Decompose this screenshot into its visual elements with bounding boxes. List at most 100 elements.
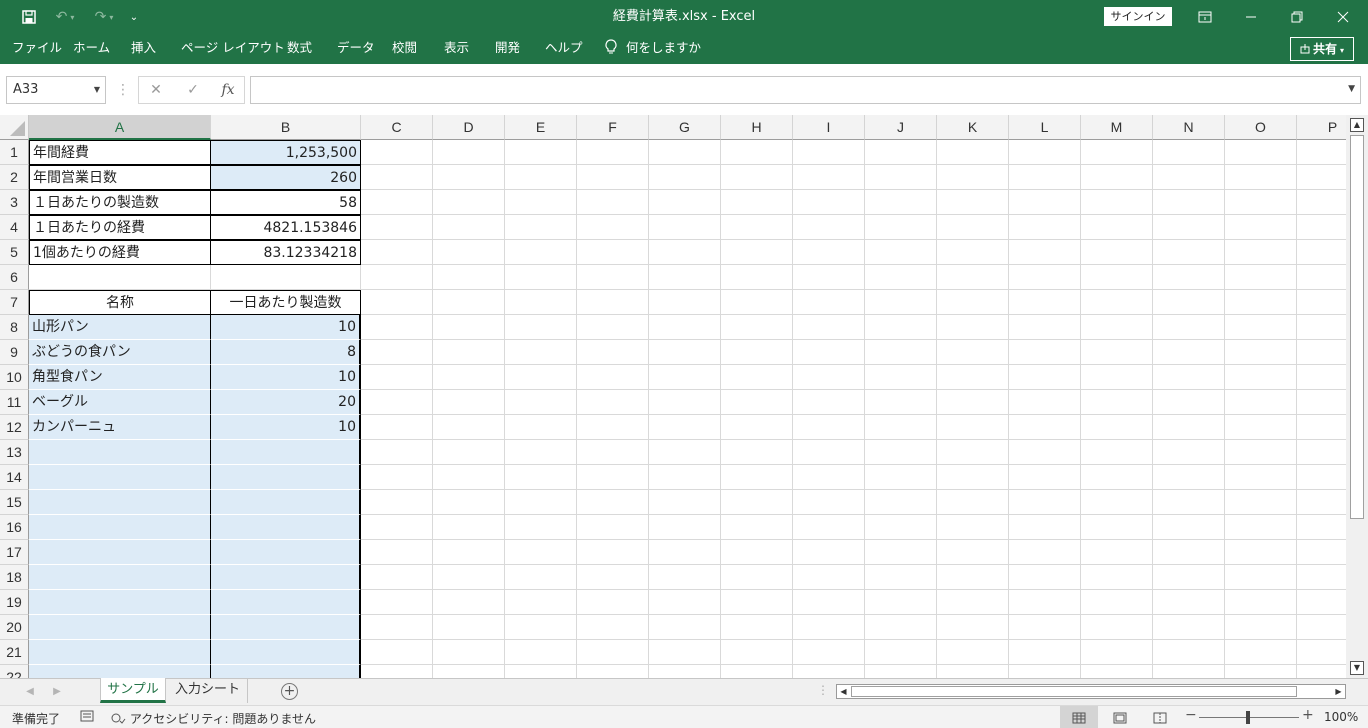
row-header[interactable]: 10 [0, 365, 29, 390]
column-header-g[interactable]: G [649, 115, 721, 140]
row-header[interactable]: 6 [0, 265, 29, 290]
empty-name-cell[interactable] [29, 515, 211, 540]
row-header[interactable]: 13 [0, 440, 29, 465]
tab-page-layout[interactable]: ページ レイアウト [181, 34, 285, 64]
restore-button[interactable] [1274, 0, 1320, 34]
empty-name-cell[interactable] [29, 590, 211, 615]
vertical-scrollbar[interactable]: ▲ ▼ [1346, 115, 1368, 678]
row-header[interactable]: 9 [0, 340, 29, 365]
column-header-j[interactable]: J [865, 115, 937, 140]
empty-name-cell[interactable] [29, 540, 211, 565]
empty-qty-cell[interactable] [211, 640, 361, 665]
empty-name-cell[interactable] [29, 665, 211, 678]
row-header[interactable]: 18 [0, 565, 29, 590]
row-header[interactable]: 15 [0, 490, 29, 515]
column-header-p[interactable]: P [1297, 115, 1346, 140]
select-all-corner[interactable] [0, 115, 29, 140]
column-header-a[interactable]: A [29, 115, 211, 140]
tab-formulas[interactable]: 数式 [287, 34, 312, 64]
empty-qty-cell[interactable] [211, 665, 361, 678]
row-header[interactable]: 3 [0, 190, 29, 215]
row-header[interactable]: 17 [0, 540, 29, 565]
minimize-button[interactable] [1228, 0, 1274, 34]
row-header[interactable]: 20 [0, 615, 29, 640]
zoom-out-icon[interactable]: − [1185, 707, 1197, 723]
column-header-f[interactable]: F [577, 115, 649, 140]
zoom-slider-thumb[interactable] [1246, 711, 1250, 724]
worksheet-grid[interactable]: ABCDEFGHIJKLMNOP 1 2 3 4 5 6 7 8 9 10 11 12 13 14 15 16… [0, 115, 1346, 678]
empty-name-cell[interactable] [29, 565, 211, 590]
save-icon[interactable] [18, 0, 40, 34]
column-header-n[interactable]: N [1153, 115, 1225, 140]
row-header[interactable]: 14 [0, 465, 29, 490]
empty-name-cell[interactable] [29, 465, 211, 490]
row-header[interactable]: 16 [0, 515, 29, 540]
column-header-m[interactable]: M [1081, 115, 1153, 140]
summary-value-cell[interactable]: 83.12334218 [210, 240, 361, 265]
summary-value-cell[interactable]: 58 [210, 190, 361, 215]
empty-qty-cell[interactable] [211, 540, 361, 565]
empty-qty-cell[interactable] [211, 515, 361, 540]
ribbon-display-options-icon[interactable] [1182, 0, 1228, 34]
horizontal-scroll-thumb[interactable] [851, 686, 1297, 697]
scroll-left-icon[interactable]: ◀ [837, 685, 850, 698]
insert-function-icon[interactable]: fx [215, 76, 241, 104]
tab-data[interactable]: データ [337, 34, 375, 64]
share-button[interactable]: 共有 ▾ [1290, 37, 1354, 61]
row-header[interactable]: 22 [0, 665, 29, 678]
column-header-o[interactable]: O [1225, 115, 1297, 140]
column-header-b[interactable]: B [211, 115, 361, 140]
summary-value-cell[interactable]: 4821.153846 [210, 215, 361, 240]
summary-value-cell[interactable]: 1,253,500 [210, 140, 361, 165]
summary-value-cell[interactable]: 260 [210, 165, 361, 190]
table-name-cell[interactable]: ぶどうの食パン [29, 340, 211, 365]
scroll-up-icon[interactable]: ▲ [1350, 118, 1364, 132]
table-name-cell[interactable]: カンパーニュ [29, 415, 211, 440]
row-header[interactable]: 8 [0, 315, 29, 340]
empty-name-cell[interactable] [29, 440, 211, 465]
tab-developer[interactable]: 開発 [495, 34, 520, 64]
table-qty-cell[interactable]: 20 [211, 390, 361, 415]
tell-me-search[interactable]: 何をしますか [604, 34, 701, 64]
empty-qty-cell[interactable] [211, 490, 361, 515]
empty-name-cell[interactable] [29, 640, 211, 665]
chevron-down-icon[interactable]: ▼ [94, 77, 100, 103]
sheet-tab-input[interactable]: 入力シート [168, 678, 248, 703]
row-header[interactable]: 2 [0, 165, 29, 190]
zoom-in-icon[interactable]: + [1302, 707, 1314, 723]
horizontal-scrollbar[interactable]: ◀ ▶ [836, 684, 1346, 699]
table-name-cell[interactable]: ベーグル [29, 390, 211, 415]
empty-qty-cell[interactable] [211, 565, 361, 590]
summary-label-cell[interactable]: 1個あたりの経費 [29, 240, 211, 265]
empty-qty-cell[interactable] [211, 465, 361, 490]
column-header-l[interactable]: L [1009, 115, 1081, 140]
zoom-level[interactable]: 100% [1324, 710, 1358, 724]
table-qty-cell[interactable]: 10 [211, 415, 361, 440]
row-header[interactable]: 11 [0, 390, 29, 415]
row-header[interactable]: 1 [0, 140, 29, 165]
vertical-scroll-thumb[interactable] [1350, 135, 1364, 519]
tab-file[interactable]: ファイル [12, 34, 62, 64]
table-header-qty[interactable]: 一日あたり製造数 [210, 290, 361, 315]
macro-recording-icon[interactable] [80, 709, 94, 726]
normal-view-button[interactable] [1060, 706, 1098, 728]
table-name-cell[interactable]: 山形パン [29, 315, 211, 340]
name-box[interactable]: A33 ▼ [6, 76, 106, 104]
tab-home[interactable]: ホーム [73, 34, 110, 64]
next-sheet-icon[interactable]: ▶ [48, 683, 66, 701]
tab-view[interactable]: 表示 [444, 34, 469, 64]
row-header[interactable]: 19 [0, 590, 29, 615]
summary-label-cell[interactable]: １日あたりの製造数 [29, 190, 211, 215]
tab-review[interactable]: 校閲 [392, 34, 417, 64]
cancel-icon[interactable]: ✕ [143, 76, 169, 104]
empty-qty-cell[interactable] [211, 615, 361, 640]
row-header[interactable]: 4 [0, 215, 29, 240]
summary-label-cell[interactable]: 年間営業日数 [29, 165, 211, 190]
column-header-d[interactable]: D [433, 115, 505, 140]
tab-help[interactable]: ヘルプ [545, 34, 583, 64]
tab-insert[interactable]: 挿入 [131, 34, 156, 64]
column-header-k[interactable]: K [937, 115, 1009, 140]
empty-qty-cell[interactable] [211, 440, 361, 465]
empty-qty-cell[interactable] [211, 590, 361, 615]
add-sheet-icon[interactable]: + [281, 683, 298, 700]
